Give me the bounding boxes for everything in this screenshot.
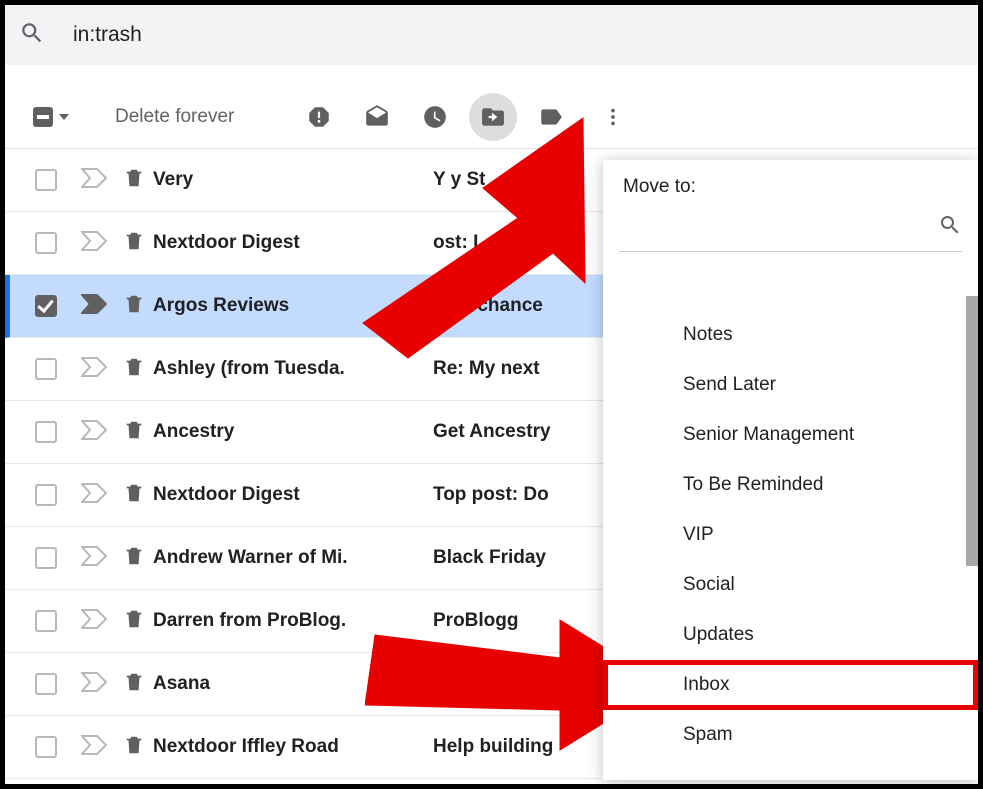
- row-subject: Get Ancestry: [433, 421, 551, 443]
- moveto-item[interactable]: Spam: [603, 710, 978, 760]
- important-icon[interactable]: [81, 546, 107, 571]
- moveto-item[interactable]: To Be Reminded: [603, 460, 978, 510]
- row-checkbox[interactable]: [35, 421, 57, 443]
- row-sender: Ancestry: [153, 421, 433, 443]
- row-checkbox[interactable]: [35, 736, 57, 758]
- row-checkbox[interactable]: [35, 169, 57, 191]
- row-sender: Andrew Warner of Mi.: [153, 547, 433, 569]
- moveto-item[interactable]: VIP: [603, 510, 978, 560]
- moveto-item[interactable]: Send Later: [603, 360, 978, 410]
- important-icon[interactable]: [81, 231, 107, 256]
- select-checkbox[interactable]: [33, 107, 53, 127]
- row-subject: Top post: Do: [433, 484, 549, 506]
- important-icon[interactable]: [81, 609, 107, 634]
- trash-icon: [123, 545, 145, 572]
- row-checkbox[interactable]: [35, 484, 57, 506]
- row-checkbox[interactable]: [35, 610, 57, 632]
- moveto-item[interactable]: Social: [603, 560, 978, 610]
- moveto-menu: Move to: NotesSend LaterSenior Managemen…: [603, 160, 978, 780]
- trash-icon: [123, 419, 145, 446]
- trash-icon: [123, 608, 145, 635]
- trash-icon: [123, 482, 145, 509]
- trash-icon: [123, 734, 145, 761]
- row-checkbox[interactable]: [35, 673, 57, 695]
- row-subject: Black Friday: [433, 547, 546, 569]
- trash-icon: [123, 167, 145, 194]
- moveto-scrollbar[interactable]: [966, 296, 978, 566]
- important-icon[interactable]: [81, 483, 107, 508]
- trash-icon: [123, 230, 145, 257]
- row-checkbox[interactable]: [35, 295, 57, 317]
- important-icon[interactable]: [81, 168, 107, 193]
- moveto-title: Move to:: [603, 160, 978, 204]
- search-icon[interactable]: [19, 20, 45, 51]
- trash-icon: [123, 293, 145, 320]
- moveto-item[interactable]: Notes: [603, 310, 978, 360]
- trash-icon: [123, 356, 145, 383]
- search-input[interactable]: [73, 23, 964, 47]
- moveto-item[interactable]: Senior Management: [603, 410, 978, 460]
- annotation-arrow-top: [333, 108, 633, 373]
- select-dropdown-caret[interactable]: [59, 114, 69, 120]
- row-sender: Nextdoor Digest: [153, 484, 433, 506]
- moveto-item[interactable]: Updates: [603, 610, 978, 660]
- delete-forever-button[interactable]: Delete forever: [115, 106, 234, 128]
- row-checkbox[interactable]: [35, 232, 57, 254]
- important-icon[interactable]: [81, 420, 107, 445]
- search-bar: [5, 5, 978, 65]
- important-icon[interactable]: [81, 357, 107, 382]
- moveto-search-input[interactable]: [619, 218, 938, 238]
- search-icon: [938, 213, 962, 242]
- important-icon[interactable]: [81, 672, 107, 697]
- trash-icon: [123, 671, 145, 698]
- important-icon[interactable]: [81, 735, 107, 760]
- moveto-search[interactable]: [619, 204, 962, 252]
- moveto-item[interactable]: Inbox: [603, 660, 978, 710]
- row-checkbox[interactable]: [35, 358, 57, 380]
- important-icon[interactable]: [81, 294, 107, 319]
- row-checkbox[interactable]: [35, 547, 57, 569]
